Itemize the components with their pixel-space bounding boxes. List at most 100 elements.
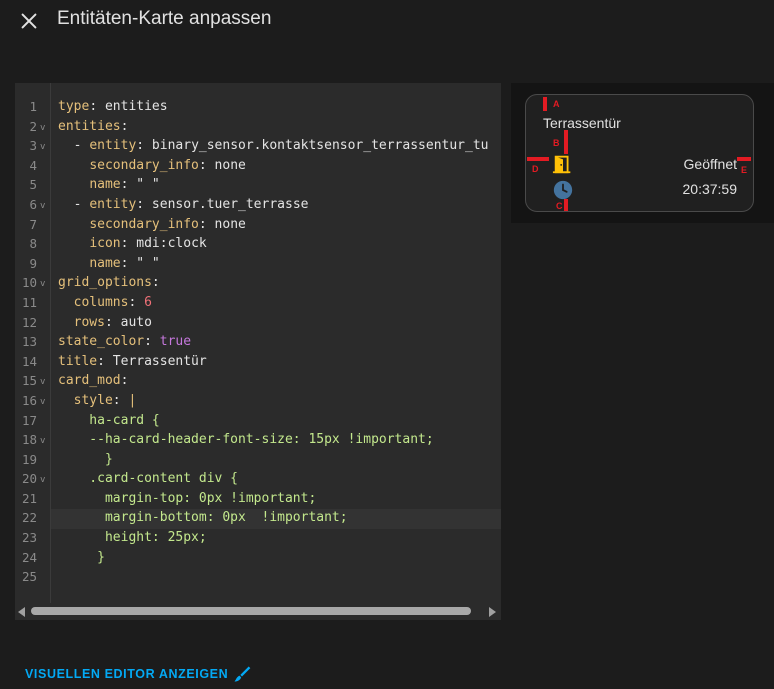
yaml-code-editor[interactable]: 1 type: entities 2 v entities: 3 v - entity: b… bbox=[15, 83, 501, 620]
code-text: title: Terrassentür bbox=[58, 352, 207, 372]
code-token: --ha-card-header-font-size: 15px !import… bbox=[58, 432, 434, 448]
line-number: 16 bbox=[21, 392, 37, 408]
code-text: secondary_info: none bbox=[58, 156, 246, 176]
code-token: entity bbox=[89, 196, 137, 212]
code-line[interactable]: 19 } bbox=[15, 450, 501, 470]
code-token: rows bbox=[73, 314, 105, 330]
door-open-icon[interactable] bbox=[552, 153, 574, 175]
code-token: card_mod bbox=[58, 373, 121, 389]
code-token: grid_options bbox=[58, 275, 152, 291]
line-number: 23 bbox=[21, 530, 37, 546]
marker-d-bar bbox=[527, 157, 549, 161]
code-line[interactable]: 14 title: Terrassentür bbox=[15, 352, 501, 372]
marker-c-label: C bbox=[556, 201, 563, 211]
code-text: state_color: true bbox=[58, 332, 191, 352]
code-token: : binary_sensor.kontaktsensor_terrassent… bbox=[136, 138, 489, 154]
code-token: : bbox=[120, 118, 129, 134]
code-token: | bbox=[128, 392, 137, 408]
code-token: type bbox=[58, 99, 90, 114]
scrollbar-thumb[interactable] bbox=[31, 607, 471, 615]
marker-d-label: D bbox=[532, 164, 539, 174]
brush-icon bbox=[234, 666, 251, 682]
code-token: entities bbox=[58, 118, 121, 134]
code-token: 6 bbox=[144, 294, 152, 310]
code-token: : bbox=[144, 334, 160, 350]
code-line[interactable]: 21 margin-top: 0px !important; bbox=[15, 489, 501, 509]
code-token: height: 25px; bbox=[58, 530, 207, 546]
code-line[interactable]: 2 v entities: bbox=[15, 117, 501, 137]
code-token: } bbox=[58, 451, 113, 467]
line-number: 4 bbox=[29, 157, 37, 173]
dialog-title: Entitäten-Karte anpassen bbox=[57, 8, 272, 29]
code-token: : bbox=[151, 275, 160, 291]
line-number: 18 bbox=[21, 432, 37, 448]
code-token: secondary_info bbox=[89, 157, 199, 173]
dialog-header: Entitäten-Karte anpassen bbox=[0, 0, 774, 42]
code-line[interactable]: 20 v .card-content div { bbox=[15, 469, 501, 489]
line-number: 9 bbox=[29, 255, 37, 271]
code-line[interactable]: 22 margin-bottom: 0px !important; bbox=[15, 508, 501, 528]
code-token: name bbox=[89, 255, 121, 271]
code-line[interactable]: 13 state_color: true bbox=[15, 332, 501, 352]
code-line[interactable]: 12 rows: auto bbox=[15, 313, 501, 333]
code-token: ha-card { bbox=[58, 412, 160, 428]
horizontal-scrollbar[interactable] bbox=[15, 603, 501, 620]
line-number: 6 bbox=[29, 196, 37, 212]
code-line[interactable]: 8 icon: mdi:clock bbox=[15, 234, 501, 254]
code-line[interactable]: 23 height: 25px; bbox=[15, 528, 501, 548]
show-visual-editor-button[interactable]: VISUELLEN EDITOR ANZEIGEN bbox=[25, 664, 252, 684]
line-number: 19 bbox=[21, 451, 37, 467]
code-line[interactable]: 17 ha-card { bbox=[15, 411, 501, 431]
code-token: : sensor.tuer_terrasse bbox=[136, 196, 309, 212]
code-line[interactable]: 25 bbox=[15, 567, 501, 587]
code-text: } bbox=[58, 548, 105, 568]
line-number: 25 bbox=[21, 569, 37, 585]
scroll-left-arrow-icon[interactable] bbox=[18, 607, 25, 617]
marker-a-label: A bbox=[553, 99, 560, 109]
code-lines[interactable]: 1 type: entities 2 v entities: 3 v - entity: b… bbox=[15, 97, 501, 587]
code-token: : none bbox=[198, 157, 246, 173]
door-state-value: Geöffnet bbox=[683, 156, 737, 172]
scroll-right-arrow-icon[interactable] bbox=[489, 607, 496, 617]
clock-icon[interactable] bbox=[552, 179, 574, 201]
code-text: entities: bbox=[58, 117, 128, 137]
marker-e-label: E bbox=[741, 165, 748, 175]
code-line[interactable]: 1 type: entities bbox=[15, 97, 501, 117]
code-line[interactable]: 9 name: " " bbox=[15, 254, 501, 274]
code-token: : " " bbox=[120, 255, 160, 271]
line-number: 11 bbox=[21, 294, 37, 310]
entities-card-preview[interactable]: Terrassentür Geöffnet 20:37:59 bbox=[525, 94, 754, 212]
code-line[interactable]: 16 v style: | bbox=[15, 391, 501, 411]
marker-c-bar bbox=[564, 199, 568, 211]
code-token: : " " bbox=[120, 177, 160, 193]
code-text: height: 25px; bbox=[58, 528, 207, 548]
code-token: : Terrassentür bbox=[97, 353, 207, 369]
code-line[interactable]: 15 v card_mod: bbox=[15, 371, 501, 391]
close-icon[interactable] bbox=[18, 10, 40, 32]
code-line[interactable]: 10 v grid_options: bbox=[15, 273, 501, 293]
code-text: name: " " bbox=[58, 175, 160, 195]
code-text: margin-bottom: 0px !important; bbox=[58, 508, 348, 528]
code-token: : entities bbox=[89, 99, 168, 114]
code-token: icon bbox=[89, 236, 121, 252]
code-line[interactable]: 24 } bbox=[15, 548, 501, 568]
code-line[interactable]: 18 v --ha-card-header-font-size: 15px !im… bbox=[15, 430, 501, 450]
code-token: entity bbox=[89, 138, 137, 154]
code-line[interactable]: 4 secondary_info: none bbox=[15, 156, 501, 176]
code-token: margin-top: 0px !important; bbox=[58, 490, 317, 506]
show-visual-editor-label: VISUELLEN EDITOR ANZEIGEN bbox=[25, 667, 229, 681]
code-token: } bbox=[58, 549, 105, 565]
code-line[interactable]: 5 name: " " bbox=[15, 175, 501, 195]
code-text: - entity: binary_sensor.kontaktsensor_te… bbox=[58, 136, 489, 156]
line-number: 10 bbox=[21, 275, 37, 291]
code-line[interactable]: 11 columns: 6 bbox=[15, 293, 501, 313]
code-line[interactable]: 3v - entity: binary_sensor.kontaktsensor… bbox=[15, 136, 501, 156]
code-line[interactable]: 7 secondary_info: none bbox=[15, 215, 501, 235]
marker-b-bar bbox=[564, 130, 568, 154]
code-line[interactable]: 6v - entity: sensor.tuer_terrasse bbox=[15, 195, 501, 215]
